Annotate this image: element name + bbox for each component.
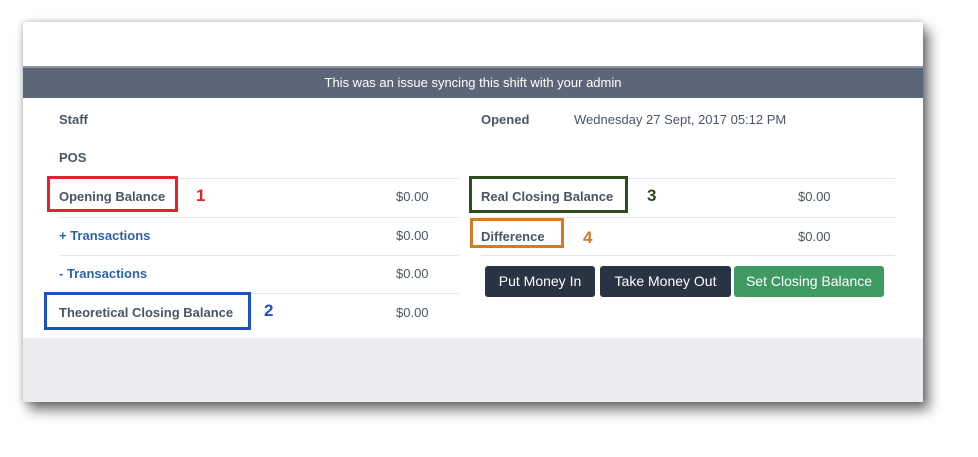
take-money-out-button[interactable]: Take Money Out	[600, 266, 731, 297]
shift-panel: This was an issue syncing this shift wit…	[23, 22, 923, 402]
sync-error-message: This was an issue syncing this shift wit…	[324, 75, 622, 90]
opened-label: Opened	[481, 112, 530, 127]
panel-footer	[23, 338, 923, 402]
real-closing-balance-value: $0.00	[798, 189, 831, 204]
plus-transactions-link[interactable]: + Transactions	[59, 228, 150, 243]
difference-value: $0.00	[798, 229, 831, 244]
put-money-in-button[interactable]: Put Money In	[485, 266, 595, 297]
divider	[59, 217, 459, 218]
annotation-number-2: 2	[264, 301, 274, 320]
annotation-box-3	[469, 176, 628, 213]
sync-error-banner: This was an issue syncing this shift wit…	[23, 66, 923, 98]
shift-details: Staff POS Opening Balance $0.00 1 + Tran…	[23, 98, 923, 338]
annotation-number-3: 3	[647, 186, 657, 205]
theoretical-closing-balance-value: $0.00	[396, 305, 429, 320]
annotation-number-1: 1	[196, 186, 206, 205]
pos-label: POS	[59, 150, 87, 165]
annotation-box-1	[47, 176, 178, 212]
opened-value: Wednesday 27 Sept, 2017 05:12 PM	[574, 112, 787, 127]
annotation-box-2	[44, 292, 251, 330]
minus-transactions-link[interactable]: - Transactions	[59, 266, 147, 281]
divider	[59, 255, 459, 256]
annotation-box-4	[470, 218, 564, 248]
staff-label: Staff	[59, 112, 88, 127]
divider	[481, 255, 895, 256]
set-closing-balance-button[interactable]: Set Closing Balance	[734, 266, 884, 297]
opening-balance-value: $0.00	[396, 189, 429, 204]
minus-transactions-value: $0.00	[396, 266, 429, 281]
plus-transactions-value: $0.00	[396, 228, 429, 243]
annotation-number-4: 4	[583, 228, 593, 247]
